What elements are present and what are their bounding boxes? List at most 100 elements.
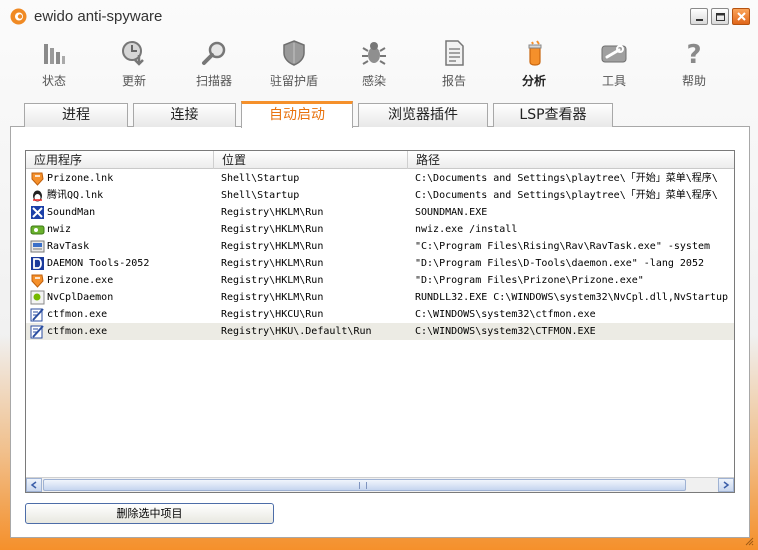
cell-location: Registry\HKLM\Run [221, 275, 324, 286]
minimize-icon [696, 19, 703, 21]
toolbar-analysis-label: 分析 [521, 74, 546, 88]
scrollbar-grip-icon [359, 482, 367, 489]
tab-autostart[interactable]: 自动启动 [241, 101, 353, 128]
tab-browser-plugins[interactable]: 浏览器插件 [358, 103, 488, 127]
toolbar-resident-shield[interactable]: 驻留护盾 [254, 38, 334, 90]
cell-path: "D:\Program Files\Prizone\Prizone.exe" [415, 275, 644, 286]
cell-application: ctfmon.exe [30, 323, 218, 340]
table-row[interactable]: SoundMan Registry\HKLM\Run SOUNDMAN.EXE [26, 204, 734, 221]
scanner-icon [202, 41, 226, 65]
prizone-icon [30, 171, 45, 186]
column-header-path[interactable]: 路径 [408, 151, 734, 169]
tab-processes[interactable]: 进程 [24, 103, 128, 127]
list-header: 应用程序 位置 路径 [26, 151, 734, 169]
chevron-left-icon [30, 481, 37, 489]
cell-location: Shell\Startup [221, 190, 300, 201]
cell-application: Prizone.exe [30, 272, 218, 289]
cell-path: SOUNDMAN.EXE [415, 207, 488, 218]
minimize-button[interactable] [690, 8, 708, 25]
qq-icon [30, 188, 45, 203]
tools-icon [601, 45, 627, 63]
table-row[interactable]: Prizone.lnk Shell\Startup C:\Documents and… [26, 170, 734, 187]
help-icon: ? [686, 40, 701, 68]
table-row[interactable]: nwiz Registry\HKLM\Run nwiz.exe /install [26, 221, 734, 238]
toolbar-status-label: 状态 [41, 74, 66, 88]
cell-application: 腾讯QQ.lnk [30, 187, 218, 204]
ctfmon-icon [30, 307, 45, 322]
toolbar-analysis[interactable]: 分析 [494, 38, 574, 90]
cell-path: C:\WINDOWS\system32\ctfmon.exe [415, 309, 596, 320]
tab-connections[interactable]: 连接 [133, 103, 236, 127]
daemon-icon [30, 256, 45, 271]
soundman-icon [30, 205, 45, 220]
cell-path: "C:\Program Files\Rising\Rav\RavTask.exe… [415, 241, 711, 252]
toolbar-update[interactable]: 更新 [94, 38, 174, 90]
resize-grip-icon[interactable] [744, 536, 754, 546]
toolbar-report-label: 报告 [441, 74, 466, 88]
cell-application-text: SoundMan [47, 207, 96, 218]
cell-location: Registry\HKU\.Default\Run [221, 326, 372, 337]
cell-location: Registry\HKLM\Run [221, 292, 324, 303]
table-row[interactable]: DAEMON Tools-2052 Registry\HKLM\Run "D:\Pr… [26, 255, 734, 272]
nwiz-icon [30, 222, 45, 237]
scroll-left-button[interactable] [26, 478, 42, 492]
cell-path: "D:\Program Files\D-Tools\daemon.exe" -l… [415, 258, 704, 269]
scrollbar-thumb[interactable] [43, 479, 686, 491]
cell-location: Registry\HKLM\Run [221, 207, 324, 218]
toolbar-infection-label: 感染 [361, 74, 386, 88]
toolbar-help-label: 帮助 [681, 74, 706, 88]
ctfmon-icon [30, 324, 45, 339]
toolbar-help[interactable]: ? 帮助 [654, 38, 734, 90]
toolbar-report[interactable]: 报告 [414, 38, 494, 90]
toolbar-scanner[interactable]: 扫描器 [174, 38, 254, 90]
cell-application-text: Prizone.exe [47, 275, 114, 286]
cell-application: NvCplDaemon [30, 289, 218, 306]
app-title: ewido anti-spyware [34, 8, 163, 25]
toolbar-status[interactable]: 状态 [14, 38, 94, 90]
nvcpl-icon [30, 290, 45, 305]
autostart-list[interactable]: 应用程序 位置 路径 Prizone.lnk Shell\Startup C:\Do… [25, 150, 735, 493]
scroll-right-button[interactable] [718, 478, 734, 492]
list-rows: Prizone.lnk Shell\Startup C:\Documents and… [26, 170, 734, 340]
table-row[interactable]: ctfmon.exe Registry\HKCU\Run C:\WINDOWS\sy… [26, 306, 734, 323]
cell-location: Shell\Startup [221, 173, 300, 184]
cell-application-text: ctfmon.exe [47, 326, 108, 337]
maximize-icon [716, 13, 725, 21]
cell-application: ctfmon.exe [30, 306, 218, 323]
table-row[interactable]: ctfmon.exe Registry\HKU\.Default\Run C:\WI… [26, 323, 734, 340]
report-icon [445, 40, 464, 66]
cell-application-text: RavTask [47, 241, 90, 252]
status-icon [44, 44, 65, 64]
table-row[interactable]: RavTask Registry\HKLM\Run "C:\Program File… [26, 238, 734, 255]
cell-path: C:\WINDOWS\system32\CTFMON.EXE [415, 326, 596, 337]
cell-path: nwiz.exe /install [415, 224, 518, 235]
close-button[interactable] [732, 8, 750, 25]
cell-location: Registry\HKLM\Run [221, 241, 324, 252]
table-row[interactable]: NvCplDaemon Registry\HKLM\Run RUNDLL32.EXE… [26, 289, 734, 306]
column-header-location[interactable]: 位置 [214, 151, 408, 169]
cell-application-text: ctfmon.exe [47, 309, 108, 320]
delete-selected-button[interactable]: 删除选中项目 [25, 503, 274, 524]
cell-application: SoundMan [30, 204, 218, 221]
cell-location: Registry\HKLM\Run [221, 258, 324, 269]
maximize-button[interactable] [711, 8, 729, 25]
cell-application-text: nwiz [47, 224, 72, 235]
toolbar-shield-label: 驻留护盾 [269, 74, 318, 88]
toolbar-scanner-label: 扫描器 [195, 74, 232, 88]
toolbar-tools[interactable]: 工具 [574, 38, 654, 90]
table-row[interactable]: Prizone.exe Registry\HKLM\Run "D:\Program … [26, 272, 734, 289]
toolbar-infection[interactable]: 感染 [334, 38, 414, 90]
cell-application: DAEMON Tools-2052 [30, 255, 218, 272]
tab-lsp-viewer[interactable]: LSP查看器 [493, 103, 613, 127]
table-row[interactable]: 腾讯QQ.lnk Shell\Startup C:\Documents and Se… [26, 187, 734, 204]
cell-location: Registry\HKLM\Run [221, 224, 324, 235]
chevron-right-icon [723, 481, 730, 489]
column-header-application[interactable]: 应用程序 [26, 151, 214, 169]
cell-application: nwiz [30, 221, 218, 238]
horizontal-scrollbar[interactable] [26, 477, 734, 492]
ewido-logo-icon [10, 8, 27, 25]
cell-path: C:\Documents and Settings\playtree\「开始」菜… [415, 173, 718, 184]
analysis-icon [528, 40, 542, 66]
cell-location: Registry\HKCU\Run [221, 309, 324, 320]
cell-path: RUNDLL32.EXE C:\WINDOWS\system32\NvCpl.d… [415, 292, 729, 303]
